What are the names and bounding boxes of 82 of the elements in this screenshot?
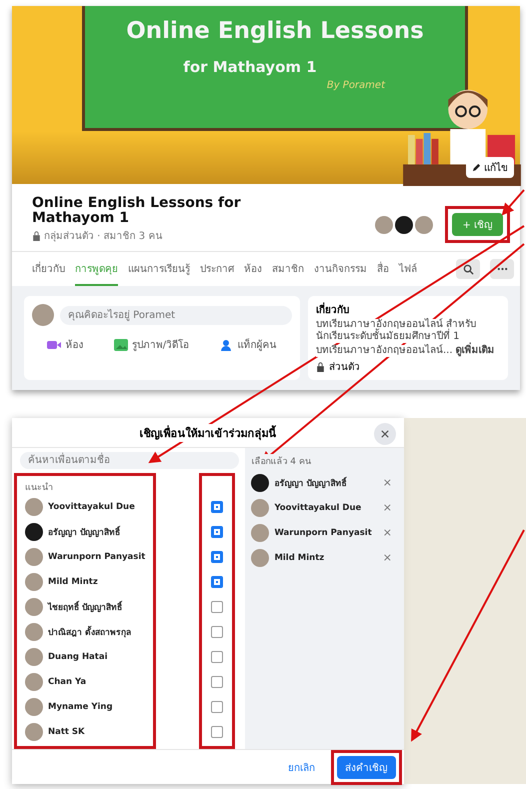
invite-button[interactable]: + เชิญ bbox=[452, 213, 503, 236]
close-icon bbox=[381, 430, 389, 438]
friend-name: Warunporn Panyasit bbox=[48, 552, 146, 562]
post-input-field[interactable]: คุณคิดอะไรอยู่ Poramet bbox=[60, 306, 292, 324]
friend-avatar bbox=[25, 698, 43, 716]
composer-action[interactable]: แท็กผู้คน bbox=[214, 336, 283, 353]
group-tab[interactable]: ห้อง bbox=[244, 252, 262, 286]
friend-avatar bbox=[25, 598, 43, 616]
send-invite-button[interactable]: ส่งคำเชิญ bbox=[337, 756, 396, 778]
friend-checkbox[interactable] bbox=[211, 576, 224, 588]
friend-checkbox[interactable] bbox=[211, 500, 224, 512]
remove-button[interactable]: × bbox=[376, 525, 398, 540]
group-tab[interactable]: งานกิจกรรม bbox=[314, 252, 367, 286]
friend-checkbox[interactable] bbox=[211, 676, 224, 688]
person-icon bbox=[220, 338, 234, 350]
friend-avatar bbox=[25, 648, 43, 666]
lock-icon bbox=[316, 362, 325, 372]
remove-button[interactable]: × bbox=[376, 550, 398, 565]
member-avatar bbox=[415, 216, 434, 234]
group-tab[interactable]: ไฟล์ bbox=[399, 252, 417, 286]
friend-avatar bbox=[251, 524, 270, 542]
more-button[interactable] bbox=[490, 259, 514, 280]
friend-name: Duang Hatai bbox=[48, 652, 108, 662]
group-privacy-text: กลุ่มส่วนตัว · สมาชิก 3 คน bbox=[44, 230, 162, 244]
search-button[interactable] bbox=[456, 259, 480, 280]
search-icon bbox=[462, 264, 474, 275]
friend-checkbox[interactable] bbox=[211, 700, 224, 712]
friend-checkbox[interactable] bbox=[211, 526, 224, 538]
video-camera-icon bbox=[47, 338, 62, 350]
more-icon bbox=[496, 267, 508, 272]
remove-button[interactable]: × bbox=[376, 475, 398, 490]
friend-avatar bbox=[25, 498, 43, 516]
friend-avatar bbox=[25, 548, 43, 566]
friend-avatar bbox=[251, 498, 270, 516]
group-tab[interactable]: สมาชิก bbox=[272, 252, 304, 286]
friend-avatar bbox=[25, 572, 43, 590]
pencil-icon bbox=[472, 162, 481, 172]
friend-avatar bbox=[25, 672, 43, 690]
composer-action[interactable]: รูปภาพ/วิดีโอ bbox=[108, 336, 196, 353]
lock-icon bbox=[32, 230, 41, 241]
friend-avatar bbox=[25, 522, 43, 540]
composer-action[interactable]: ห้อง bbox=[41, 336, 90, 353]
friend-name: Natt SK bbox=[48, 726, 85, 736]
friend-name: ปาณิสฎา ตั้งสถาพรกุล bbox=[48, 624, 131, 638]
friend-checkbox[interactable] bbox=[211, 726, 224, 738]
privacy-label: ส่วนตัว bbox=[329, 361, 360, 374]
friend-checkbox[interactable] bbox=[211, 650, 224, 662]
friend-avatar bbox=[251, 548, 270, 566]
member-avatar bbox=[395, 216, 414, 234]
group-title: Online English Lessons for Mathayom 1 bbox=[32, 196, 242, 226]
cancel-button[interactable]: ยกเลิก bbox=[282, 758, 321, 776]
about-heading: เกี่ยวกับ bbox=[316, 302, 500, 317]
cover-headline: Online English Lessons bbox=[126, 18, 424, 44]
dialog-title: เชิญเพื่อนให้มาเข้าร่วมกลุ่มนี้ bbox=[140, 424, 276, 442]
friend-checkbox[interactable] bbox=[211, 600, 224, 612]
group-tab[interactable]: แผนการเรียนรู้ bbox=[128, 252, 190, 286]
friend-name: อรัญญา ปัญญาสิทธิ์ bbox=[48, 524, 120, 538]
friend-name: Mild Mintz bbox=[48, 576, 98, 586]
group-tab[interactable]: ประกาศ bbox=[200, 252, 234, 286]
friend-avatar bbox=[251, 474, 270, 492]
close-button[interactable] bbox=[374, 423, 396, 445]
member-avatar bbox=[375, 216, 394, 234]
group-tab[interactable]: สื่อ bbox=[377, 252, 389, 286]
friend-name: Chan Ya bbox=[48, 676, 86, 686]
annotation-arrow bbox=[502, 189, 525, 216]
edit-cover-button[interactable]: แก้ไข bbox=[466, 156, 514, 178]
user-avatar bbox=[32, 304, 54, 326]
photo-icon bbox=[114, 338, 128, 350]
friend-avatar bbox=[25, 622, 43, 640]
friend-name: Myname Ying bbox=[48, 702, 113, 712]
friend-checkbox[interactable] bbox=[211, 626, 224, 638]
cover-byline: By Poramet bbox=[326, 80, 385, 91]
friend-name: ไชยฤทธิ์ ปัญญาสิทธิ์ bbox=[48, 600, 122, 614]
friend-name: Warunporn Panyasit bbox=[274, 528, 372, 538]
friend-avatar bbox=[25, 722, 43, 740]
friend-name: Yoovittayakul Due bbox=[48, 502, 135, 512]
friend-checkbox[interactable] bbox=[211, 550, 224, 562]
remove-button[interactable]: × bbox=[376, 500, 398, 515]
group-tab[interactable]: เกี่ยวกับ bbox=[32, 252, 65, 286]
friend-search-field[interactable]: ค้นหาเพื่อนตามชื่อ bbox=[20, 452, 240, 469]
cover-subline: for Mathayom 1 bbox=[183, 58, 317, 76]
group-tab[interactable]: การพูดคุย bbox=[75, 252, 118, 286]
